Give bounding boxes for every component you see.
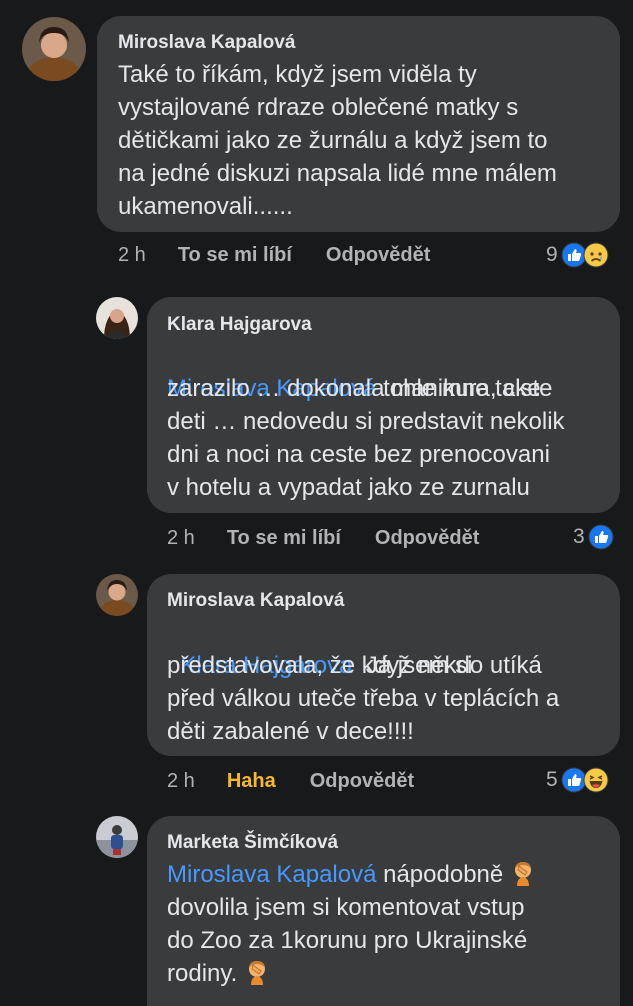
comment-actions: 2 h Haha Odpovědět [167, 770, 414, 793]
avatar[interactable] [96, 574, 138, 616]
comment-text-cont: zarazilo … dokonala manikura, ciste deti… [167, 375, 565, 501]
avatar[interactable] [96, 816, 138, 858]
haha-icon [583, 767, 609, 793]
like-icon [588, 524, 614, 550]
reaction-count: 3 [573, 525, 585, 548]
comment-text-line: dovolila jsem si komentovat vstup [167, 894, 525, 921]
reply-button[interactable]: Odpovědět [310, 770, 414, 793]
comment-author[interactable]: Klara Hajgarova [167, 314, 312, 336]
comment-text-end: rodiny. [167, 960, 244, 987]
reaction-count: 5 [546, 768, 558, 791]
comment-text: Také to říkám, když jsem viděla ty vysta… [118, 61, 557, 220]
comment-author[interactable]: Miroslava Kapalová [167, 590, 344, 612]
comment-author[interactable]: Miroslava Kapalová [118, 32, 295, 54]
comment-text-line: do Zoo za 1korunu pro Ukrajinské [167, 927, 528, 954]
haha-reaction-button[interactable]: Haha [227, 770, 276, 793]
mention-link[interactable]: Miroslava Kapalová [167, 861, 376, 888]
reaction-summary[interactable]: 5 [546, 767, 609, 793]
sad-icon [583, 242, 609, 268]
reply-button[interactable]: Odpovědět [375, 527, 479, 550]
like-button[interactable]: To se mi líbí [227, 527, 341, 550]
comment-text-start: nápodobně [376, 861, 510, 888]
comment-actions: 2 h To se mi líbí Odpovědět [167, 527, 479, 550]
comment-text-line: rodiny. [167, 957, 617, 990]
timestamp[interactable]: 2 h [118, 244, 146, 267]
timestamp[interactable]: 2 h [167, 770, 195, 793]
comment-text-cont: představovala, že když někdo utíká před … [167, 652, 560, 745]
facepalm-emoji [244, 959, 270, 985]
reaction-summary[interactable]: 9 [546, 242, 609, 268]
reaction-count: 9 [546, 243, 558, 266]
reaction-summary[interactable]: 3 [573, 524, 614, 550]
comment-actions: 2 h To se mi líbí Odpovědět [118, 244, 430, 267]
avatar[interactable] [96, 297, 138, 339]
comment-text: Miroslava Kapalová nápodobně [167, 858, 617, 891]
comment-author[interactable]: Marketa Šimčíková [167, 832, 338, 854]
facepalm-emoji [510, 860, 536, 886]
reply-button[interactable]: Odpovědět [326, 244, 430, 267]
like-button[interactable]: To se mi líbí [178, 244, 292, 267]
timestamp[interactable]: 2 h [167, 527, 195, 550]
avatar[interactable] [22, 17, 86, 81]
